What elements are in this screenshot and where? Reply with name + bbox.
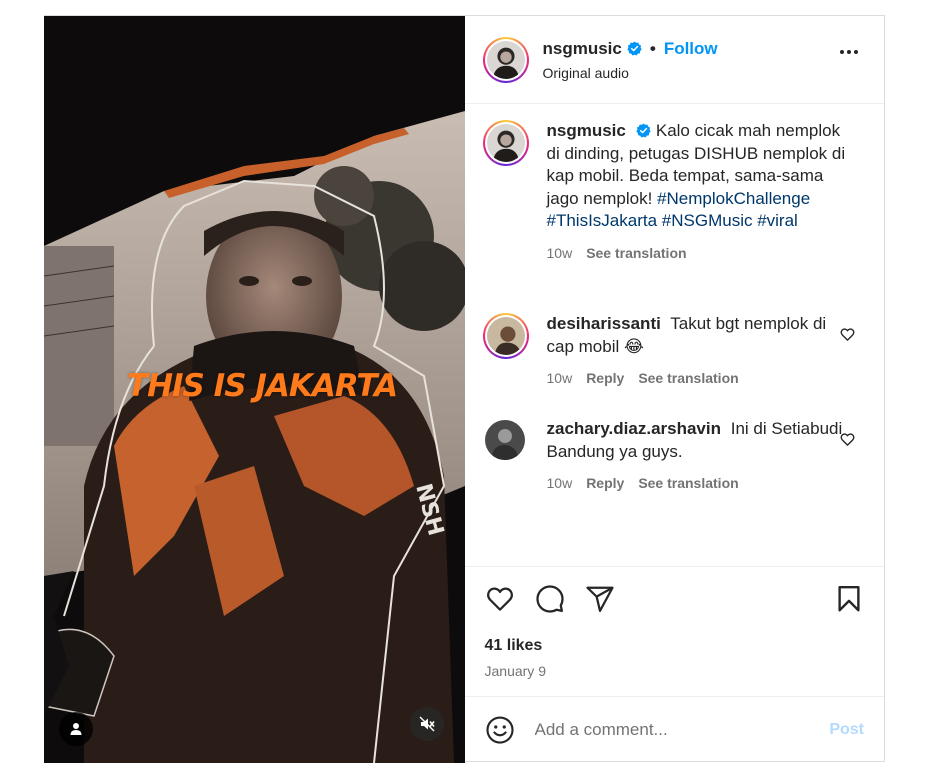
caption-username[interactable]: nsgmusic [547, 121, 626, 140]
bookmark-icon[interactable] [834, 584, 864, 614]
hashtag-link[interactable]: #NemplokChallenge [657, 189, 810, 208]
person-icon [70, 723, 82, 735]
commenter-username[interactable]: desiharissanti [547, 314, 661, 333]
post-date[interactable]: January 9 [485, 663, 546, 679]
likes-count[interactable]: 41 likes [485, 637, 543, 655]
comments-section: nsgmusic Kalo cicak mah nemplok di dindin… [465, 104, 885, 566]
comment-timestamp[interactable]: 10w [547, 472, 573, 495]
caption-author-avatar[interactable] [482, 120, 529, 166]
hashtag-link[interactable]: #NSGMusic [662, 211, 753, 230]
reply-button[interactable]: Reply [586, 367, 624, 390]
commenter-avatar[interactable] [483, 418, 529, 464]
emoji-icon[interactable] [485, 715, 515, 745]
see-translation-link[interactable]: See translation [638, 472, 738, 495]
comment-icon[interactable] [535, 584, 565, 614]
post-header: nsgmusic • Follow Original audio [464, 16, 884, 104]
see-translation-link[interactable]: See translation [586, 242, 686, 265]
commenter-username[interactable]: zachary.diaz.arshavin [547, 419, 722, 438]
commenter-avatar-image [486, 317, 525, 355]
reel-video[interactable]: NSH THIS IS JAKARTA [44, 16, 465, 763]
laughing-emoji: 😂 [624, 336, 644, 356]
comment-item: desiharissanti Takut bgt nemplok di cap … [482, 313, 873, 390]
share-icon[interactable] [585, 584, 615, 614]
heart-icon[interactable] [485, 584, 515, 614]
commenter-avatar[interactable] [482, 313, 529, 359]
comment-item: zachary.diaz.arshavin Ini di Setiabudi B… [483, 418, 873, 495]
caption-timestamp[interactable]: 10w [547, 242, 573, 265]
verified-badge-icon [627, 41, 642, 56]
add-comment-bar: Post [464, 696, 884, 763]
comment-input[interactable] [534, 720, 805, 740]
heart-icon[interactable] [840, 432, 855, 447]
post-dialog: NSH THIS IS JAKARTA nsgmusic • Follow Or… [44, 15, 885, 763]
tagged-users-button[interactable] [59, 712, 93, 746]
caption-avatar-image [486, 124, 525, 162]
comment-timestamp[interactable]: 10w [547, 367, 573, 390]
author-username[interactable]: nsgmusic [543, 39, 622, 59]
caption: nsgmusic Kalo cicak mah nemplok di dindin… [482, 120, 873, 265]
more-options-icon[interactable] [840, 50, 858, 54]
follow-button[interactable]: Follow [664, 39, 718, 59]
post-comment-button[interactable]: Post [829, 721, 864, 739]
see-translation-link[interactable]: See translation [638, 367, 738, 390]
hashtag-link[interactable]: #ThisIsJakarta [547, 211, 658, 230]
commenter-avatar-image [484, 420, 525, 460]
mute-toggle-button[interactable] [410, 707, 444, 741]
speaker-muted-icon [419, 716, 435, 732]
video-overlay-text: THIS IS JAKARTA [126, 368, 398, 404]
verified-badge-icon [636, 123, 651, 138]
separator-dot: • [649, 38, 656, 58]
reply-button[interactable]: Reply [586, 472, 624, 495]
audio-link[interactable]: Original audio [543, 65, 718, 81]
heart-icon[interactable] [840, 327, 855, 342]
author-avatar-image [486, 40, 525, 79]
post-details-panel: nsgmusic • Follow Original audio nsgmusi… [464, 16, 885, 763]
hashtag-link[interactable]: #viral [757, 211, 798, 230]
action-bar: 41 likes January 9 [464, 566, 884, 696]
author-avatar[interactable] [482, 36, 529, 83]
